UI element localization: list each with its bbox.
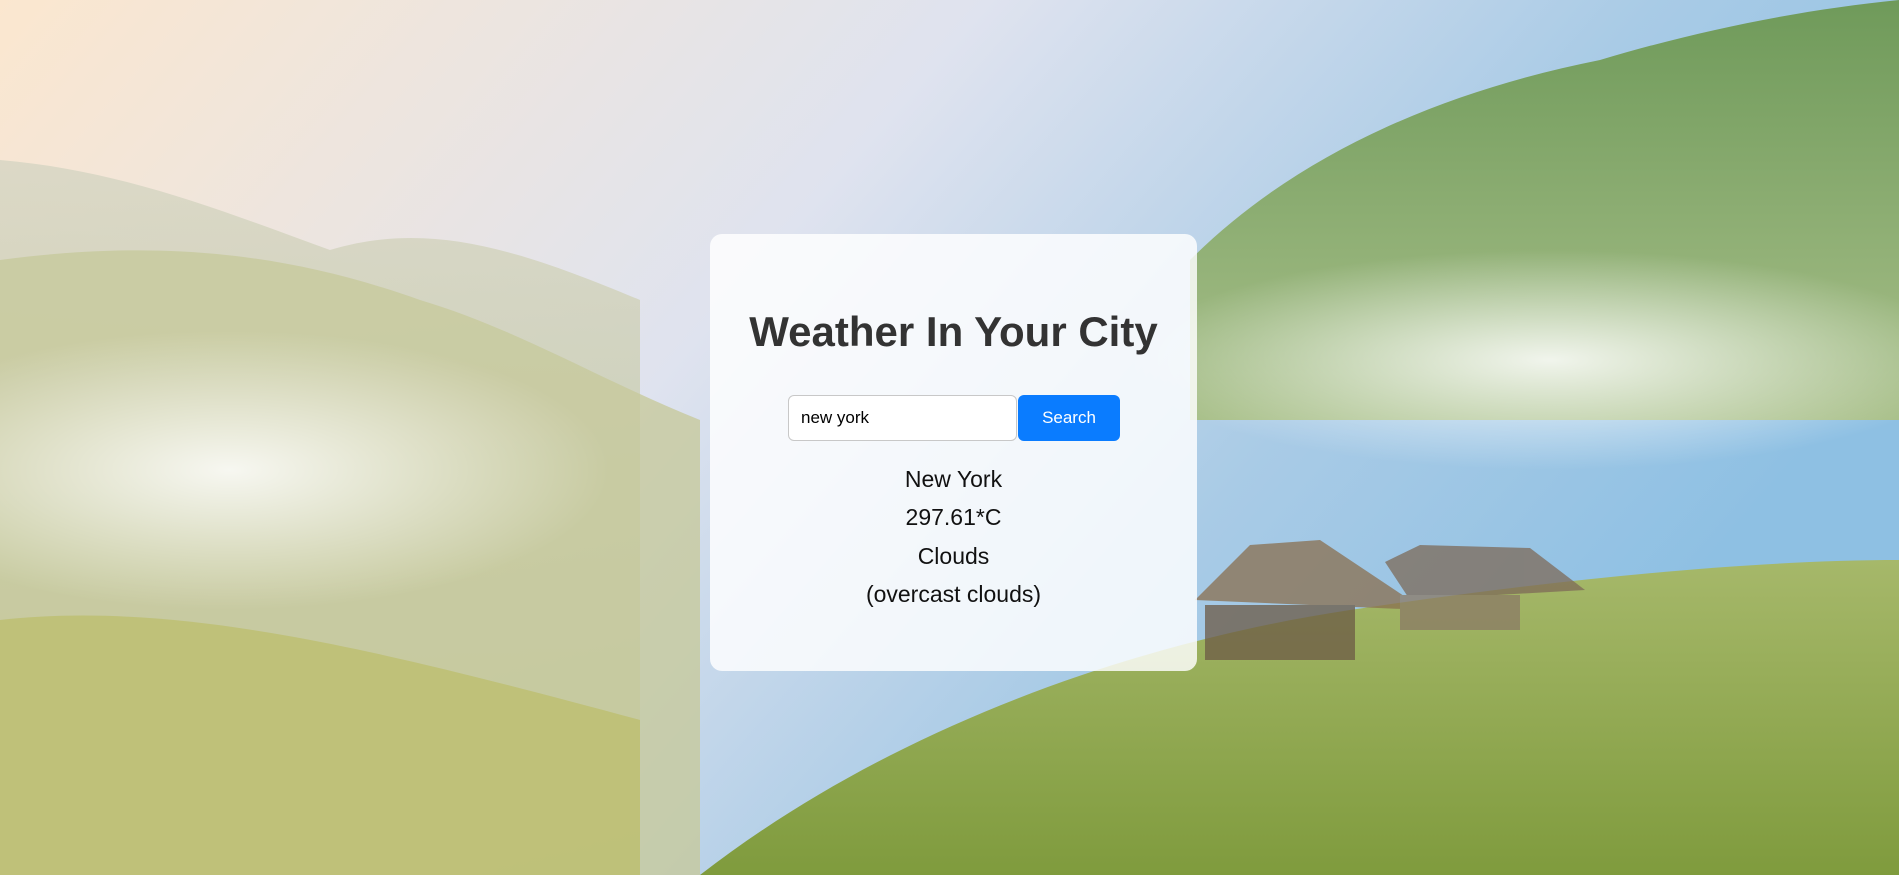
weather-description: (overcast clouds) — [865, 581, 1042, 607]
search-button[interactable]: Search — [1018, 395, 1120, 441]
city-name: New York — [904, 466, 1003, 492]
page-title: Weather In Your City — [749, 308, 1158, 355]
search-bar: Search — [788, 395, 1120, 441]
city-search-input[interactable] — [788, 395, 1017, 441]
temperature-value: 297.61*C — [905, 504, 1002, 530]
weather-card: Weather In Your City Search New York 297… — [710, 234, 1197, 671]
weather-condition: Clouds — [917, 543, 990, 569]
